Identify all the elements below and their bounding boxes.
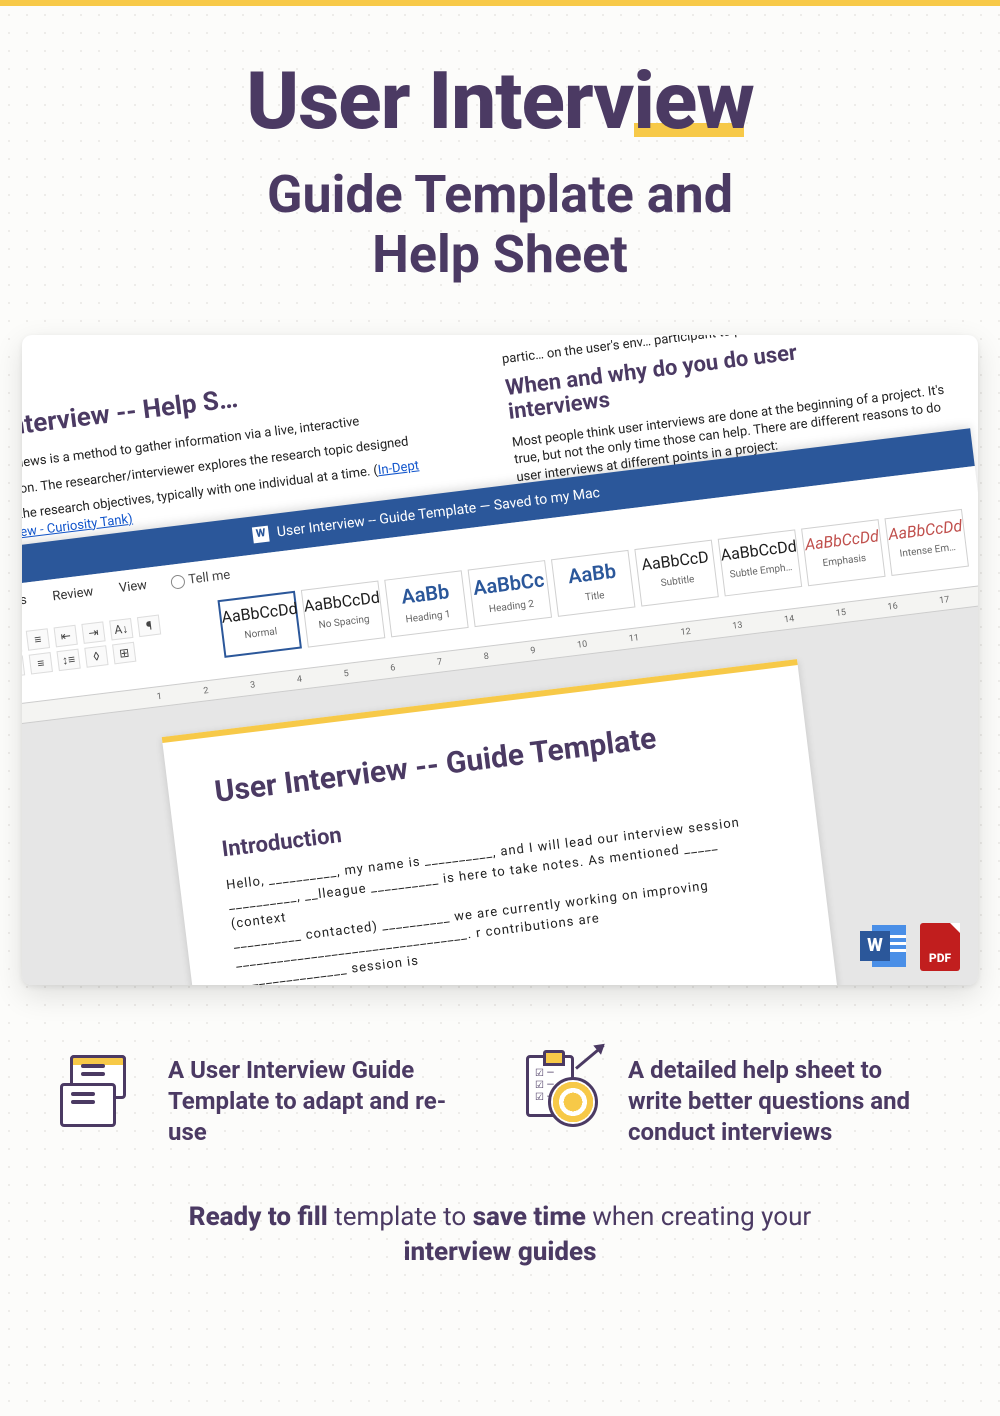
indent-right-button[interactable]: ⇥ [81,621,105,644]
style-normal[interactable]: AaBbCcDdNormal [217,590,301,657]
bulb-icon [170,573,186,589]
align-right-button[interactable]: ≡ [29,652,53,675]
header: User Interview Guide Template and Help S… [0,6,1000,285]
preview-container: r Interview -- Help S… nterviews is a me… [22,335,978,985]
title-text: User Interview [246,54,753,148]
feature-helpsheet-text: A detailed help sheet to write better qu… [628,1055,940,1149]
feature-template-text: A User Interview Guide Template to adapt… [168,1055,480,1149]
template-page: User Interview -- Guide Template Introdu… [162,659,846,985]
style-subtle-emphasis[interactable]: AaBbCcDdSubtle Emph… [718,529,802,596]
line-spacing-button[interactable]: ↕≡ [56,648,80,671]
style-intense-emphasis[interactable]: AaBbCcDdIntense Em… [884,508,968,575]
style-heading-1[interactable]: AaBbHeading 1 [384,570,468,637]
page-subtitle: Guide Template and Help Sheet [0,165,1000,285]
style-subtitle[interactable]: AaBbCcDSubtitle [634,539,718,606]
word-file-icon: W [860,923,906,969]
style-no-spacing[interactable]: AaBbCcDdNo Spacing [301,580,385,647]
borders-button[interactable]: ⊞ [112,641,136,664]
pilcrow-button[interactable]: ¶ [137,614,161,637]
style-heading-2[interactable]: AaBbCcHeading 2 [468,560,552,627]
word-doc-icon [252,525,270,543]
style-title[interactable]: AaBbTitle [551,549,635,616]
pdf-file-icon: PDF [920,923,960,971]
style-emphasis[interactable]: AaBbCcDdEmphasis [801,519,885,586]
documents-icon [60,1055,140,1135]
indent-left-button[interactable]: ⇤ [54,624,78,647]
shading-button[interactable]: ◊ [84,645,108,668]
multilevel-button[interactable]: ≡ [26,628,50,651]
feature-template: A User Interview Guide Template to adapt… [60,1055,480,1149]
footer-tagline: Ready to fill template to save time when… [0,1148,1000,1270]
page-title: User Interview [246,61,753,141]
preview-inner: r Interview -- Help S… nterviews is a me… [22,335,978,985]
paragraph-group: ≡ ≡ ≡ ⇤ ⇥ A↓ ¶ ≡ ≡ ≡ ↕≡ [22,614,164,681]
tab-review[interactable]: Review [49,580,96,608]
features-row: A User Interview Guide Template to adapt… [0,985,1000,1149]
file-type-badges: W PDF [860,923,960,971]
target-clipboard-icon: ☑ —☑ —☑ — [520,1055,600,1135]
align-center-button[interactable]: ≡ [22,655,25,678]
subtitle-line-1: Guide Template and [267,164,733,225]
sort-button[interactable]: A↓ [109,618,133,641]
subtitle-line-2: Help Sheet [372,224,628,285]
feature-helpsheet: ☑ —☑ —☑ — A detailed help sheet to write… [520,1055,940,1149]
tab-view[interactable]: View [116,573,151,600]
